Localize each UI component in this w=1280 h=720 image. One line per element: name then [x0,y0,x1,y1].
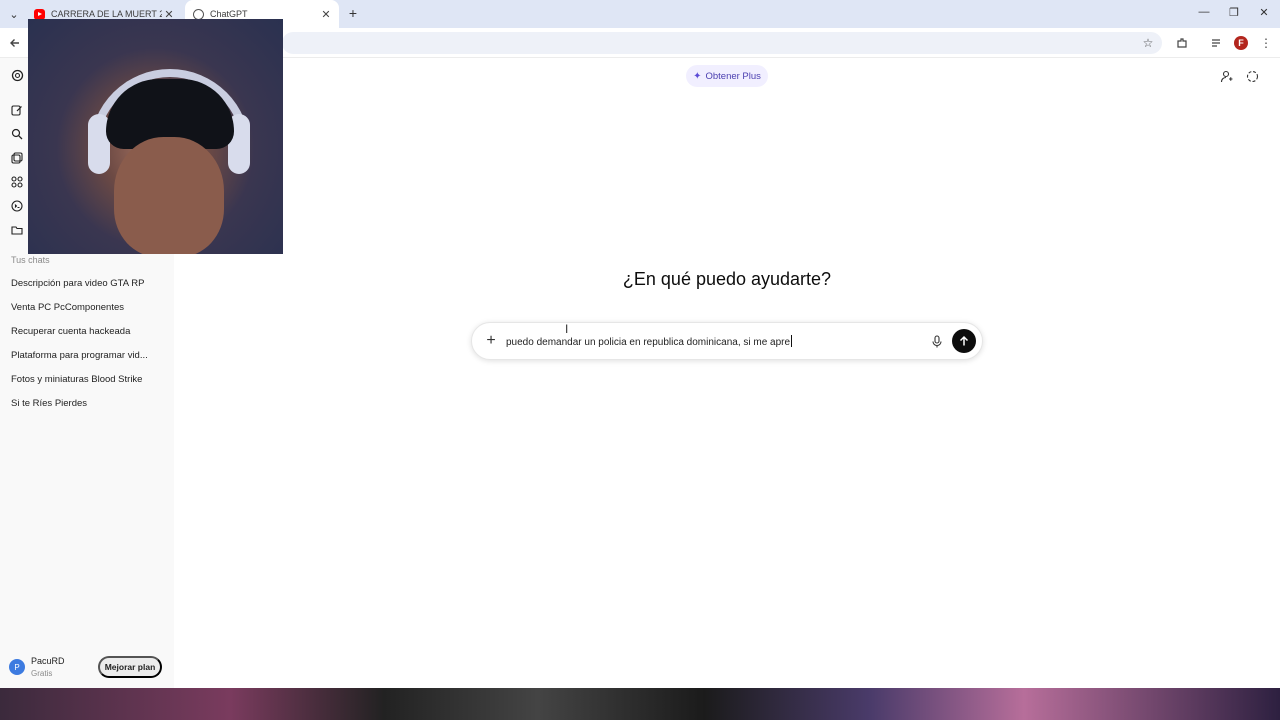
sparkle-icon: ✦ [693,70,702,82]
chat-item[interactable]: Descripción para video GTA RP [11,278,161,289]
user-plan: Gratis [31,669,53,678]
microphone-icon[interactable] [930,334,944,348]
search-icon[interactable] [10,127,24,141]
library-icon[interactable] [10,151,24,165]
chats-section-label: Tus chats [11,255,50,265]
prompt-composer[interactable]: + puedo demandar un policia en republica… [471,322,983,360]
chatgpt-icon [193,8,204,20]
text-caret [791,335,793,347]
get-plus-button[interactable]: ✦ Obtener Plus [686,65,768,87]
share-user-icon[interactable] [1218,68,1234,84]
tab-search-chevron-icon[interactable]: ⌄ [4,5,24,23]
prompt-text: puedo demandar un policia en republica d… [506,337,791,348]
chatgpt-logo-icon[interactable] [10,68,24,82]
user-avatar[interactable]: P [9,659,25,675]
temporary-chat-icon[interactable] [1244,68,1260,84]
address-bar[interactable] [282,32,1162,54]
bookmark-star-icon[interactable]: ☆ [1140,35,1156,51]
tab-title: ChatGPT [210,9,248,19]
chat-item[interactable]: Plataforma para programar vid... [11,350,161,361]
webcam-overlay [28,19,283,254]
page-title: ¿En qué puedo ayudarte? [622,269,832,289]
codex-icon[interactable] [10,199,24,213]
projects-folder-icon[interactable] [10,223,24,237]
back-arrow-icon[interactable] [7,35,23,51]
close-icon[interactable]: ✕ [319,8,333,21]
chat-item[interactable]: Fotos y miniaturas Blood Strike [11,374,161,385]
send-button[interactable] [952,329,976,353]
new-tab-button[interactable]: + [345,5,361,21]
upgrade-plan-button[interactable]: Mejorar plan [98,656,162,678]
tab-title: CARRERA DE LA MUERT 2026: T [51,9,162,19]
media-control-icon[interactable] [1209,35,1225,51]
user-name[interactable]: PacuRD [31,656,65,666]
chat-item[interactable]: Si te Ríes Pierdes [11,398,161,409]
desktop-wallpaper [0,688,1280,720]
profile-avatar-icon[interactable]: F [1234,36,1248,50]
window-close-icon[interactable]: ✕ [1254,6,1274,20]
arrow-up-icon [959,335,969,346]
gpts-grid-icon[interactable] [10,175,24,189]
get-plus-label: Obtener Plus [705,70,761,82]
add-attachment-icon[interactable]: + [482,332,500,350]
new-chat-icon[interactable] [10,103,24,117]
chat-item[interactable]: Recuperar cuenta hackeada [11,326,161,337]
chat-item[interactable]: Venta PC PcComponentes [11,302,161,313]
minimize-icon[interactable]: — [1194,6,1214,20]
restore-icon[interactable]: ❐ [1224,6,1244,20]
extensions-icon[interactable] [1174,35,1190,51]
more-menu-icon[interactable]: ⋮ [1258,35,1274,51]
youtube-icon [34,8,45,20]
mouse-text-cursor-icon: I [565,322,569,336]
face [114,137,224,254]
prompt-input[interactable]: puedo demandar un policia en republica d… [506,335,793,348]
